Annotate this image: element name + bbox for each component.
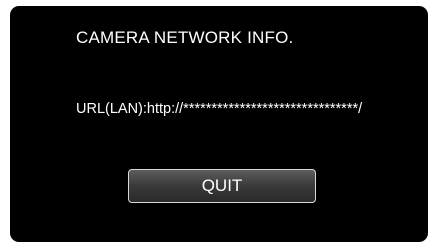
quit-button-label: QUIT	[201, 176, 243, 195]
screen-title: CAMERA NETWORK INFO.	[76, 28, 294, 47]
url-lan-text: URL(LAN):http://************************…	[76, 101, 363, 117]
camera-screen: CAMERA NETWORK INFO. URL(LAN):http://***…	[10, 6, 428, 242]
quit-button[interactable]: QUIT	[128, 169, 316, 203]
